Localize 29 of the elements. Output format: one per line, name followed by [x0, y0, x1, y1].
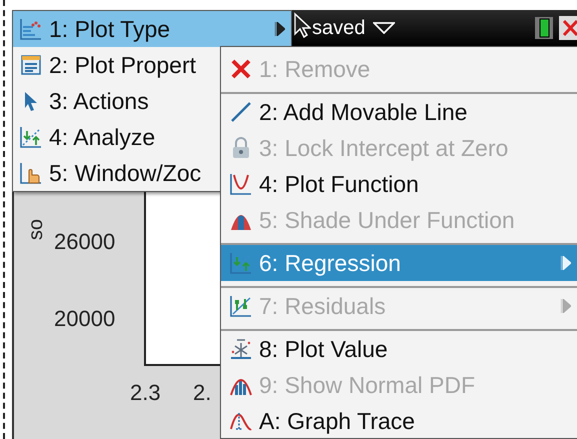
- menu-item[interactable]: A: Graph Trace: [221, 403, 577, 439]
- axis-label: so: [25, 218, 48, 240]
- axis-tick-label: 26000: [54, 229, 116, 255]
- pointer-icon: [293, 12, 311, 38]
- menu-item[interactable]: 1: Plot Type: [13, 11, 291, 47]
- submenu-arrow-icon: [275, 22, 285, 36]
- menu-item[interactable]: 6: Regression: [221, 243, 577, 281]
- submenu-arrow-icon: [561, 299, 571, 313]
- menu-item[interactable]: 8: Plot Value: [221, 329, 577, 367]
- axis-tick-label: 2.3: [130, 380, 161, 406]
- battery-icon: [533, 15, 555, 41]
- analyze-icon: [19, 125, 43, 149]
- line-icon: [229, 100, 253, 124]
- properties-icon: [19, 53, 43, 77]
- close-icon: [229, 57, 253, 81]
- scatter-plot-icon: [19, 17, 43, 41]
- hand-icon: [19, 161, 43, 185]
- parabola-icon: [229, 172, 253, 196]
- axis-tick-label: 2.: [193, 380, 212, 406]
- regression-icon: [229, 251, 253, 275]
- residuals-icon: [229, 294, 253, 318]
- submenu-arrow-icon: [561, 256, 571, 270]
- axis-tick-label: 20000: [54, 306, 116, 332]
- menu-item[interactable]: 2: Add Movable Line: [221, 92, 577, 130]
- dropdown-icon[interactable]: [373, 22, 396, 34]
- close-icon[interactable]: [559, 15, 577, 41]
- document-status: saved: [312, 16, 366, 40]
- menu-item[interactable]: 4: Plot Function: [221, 166, 577, 202]
- plot-value-icon: [229, 337, 253, 361]
